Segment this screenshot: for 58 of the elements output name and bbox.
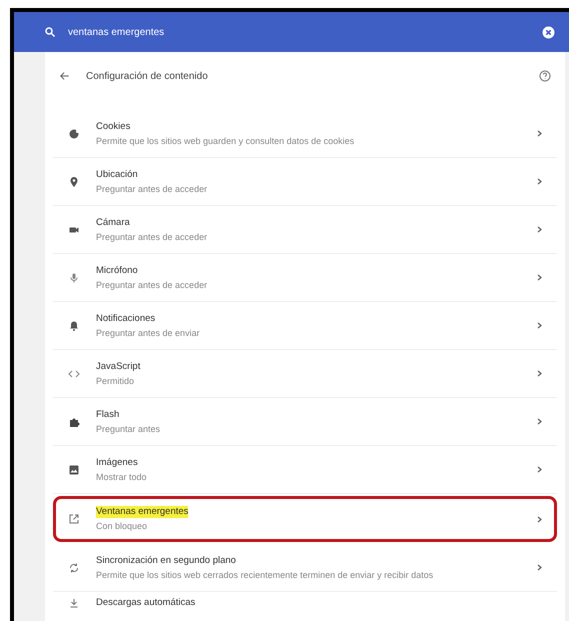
setting-title: Notificaciones [96, 312, 156, 324]
settings-row[interactable]: Descargas automáticas [53, 592, 557, 614]
code-brackets-icon [68, 368, 80, 380]
setting-title: Ventanas emergentes [96, 506, 188, 518]
help-icon[interactable] [539, 70, 551, 82]
setting-title: Cookies [96, 120, 130, 132]
settings-row[interactable]: JavaScript Permitido [53, 350, 557, 398]
settings-row[interactable]: Ventanas emergentes Con bloqueo [53, 496, 557, 542]
puzzle-icon [68, 416, 80, 428]
settings-row[interactable]: Flash Preguntar antes [53, 398, 557, 446]
settings-row[interactable]: Cámara Preguntar antes de acceder [53, 206, 557, 254]
download-icon [68, 597, 80, 609]
setting-title: Flash [96, 408, 120, 420]
settings-row[interactable]: Sincronización en segundo plano Permite que los sitios web cerrados recientemente terminen de enviar y recibir datos [53, 544, 557, 592]
setting-title: Micrófono [96, 264, 138, 276]
settings-row[interactable]: Cookies Permite que los sitios web guarden y consulten datos de cookies [53, 110, 557, 158]
search-icon [44, 26, 56, 38]
setting-title: Imágenes [96, 456, 138, 468]
pin-icon [68, 176, 80, 188]
microphone-icon [68, 272, 80, 284]
chevron-right-icon [537, 516, 542, 522]
setting-title: Ubicación [96, 168, 138, 180]
chevron-right-icon [537, 322, 542, 329]
clear-icon[interactable] [542, 26, 555, 38]
setting-description: Mostrar todo [96, 472, 148, 482]
external-link-icon [68, 513, 80, 525]
chevron-right-icon [537, 130, 542, 137]
sync-icon [68, 562, 80, 574]
setting-description: Preguntar antes de acceder [96, 184, 208, 194]
setting-title: Sincronización en segundo plano [96, 554, 236, 566]
setting-title: Descargas automáticas [96, 597, 196, 609]
settings-row[interactable]: Notificaciones Preguntar antes de enviar [53, 302, 557, 350]
chevron-right-icon [537, 466, 542, 473]
image-icon [68, 464, 80, 476]
settings-row[interactable]: Micrófono Preguntar antes de acceder [53, 254, 557, 302]
back-arrow-icon[interactable] [59, 71, 70, 81]
chevron-right-icon [537, 274, 542, 281]
settings-row[interactable]: Ubicación Preguntar antes de acceder [53, 158, 557, 206]
bell-icon [68, 320, 80, 332]
chevron-right-icon [537, 418, 542, 425]
setting-description: Permite que los sitios web guarden y consulten datos de cookies [96, 136, 356, 146]
search-field[interactable]: ventanas emergentes [68, 24, 530, 40]
cookie-icon [68, 128, 80, 140]
setting-description: Preguntar antes de acceder [96, 280, 208, 290]
setting-description: Preguntar antes de acceder [96, 232, 208, 242]
setting-description: Preguntar antes [96, 424, 162, 434]
setting-title: JavaScript [96, 360, 140, 372]
setting-description: Con bloqueo [96, 521, 148, 532]
page-title: Configuración de contenido [86, 70, 209, 84]
settings-row[interactable]: Imágenes Mostrar todo [53, 446, 557, 494]
setting-description: Permitido [96, 376, 136, 386]
chevron-right-icon [537, 178, 542, 185]
chevron-right-icon [537, 226, 542, 233]
setting-description: Preguntar antes de enviar [96, 328, 201, 338]
chevron-right-icon [537, 370, 542, 377]
chevron-right-icon [537, 564, 542, 571]
setting-description: Permite que los sitios web cerrados recientemente terminen de enviar y recibir datos [96, 570, 434, 580]
setting-title: Cámara [96, 216, 130, 228]
